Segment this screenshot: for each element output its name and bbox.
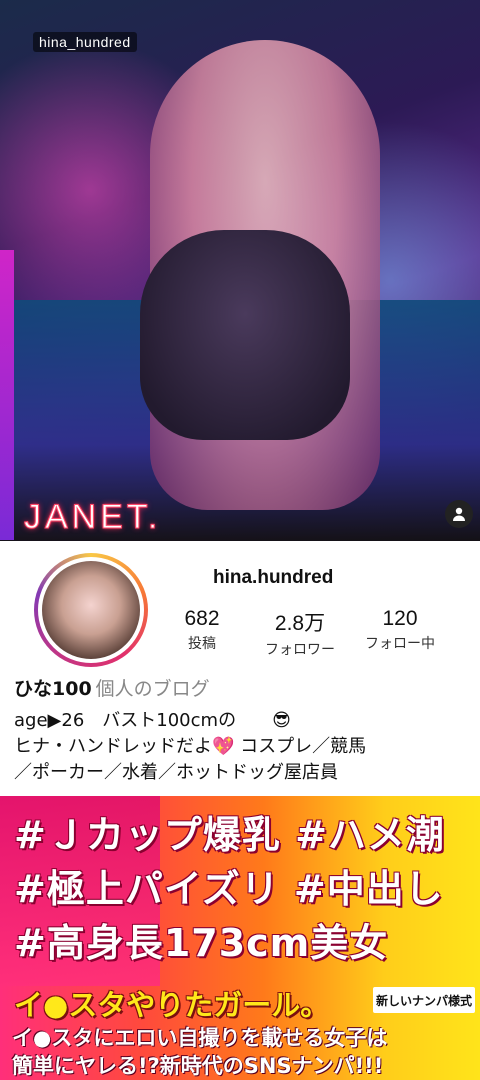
profile-category: 個人のブログ [95, 678, 210, 700]
hashtag-line: #極上パイズリ #中出し [14, 867, 444, 911]
story-ring[interactable] [34, 553, 148, 667]
stat-following-label: フォロー中 [365, 636, 435, 652]
avatar-border [38, 557, 144, 663]
series-title: イ●スタやりたガール。 [14, 988, 330, 1022]
stat-following-value: 120 [382, 607, 418, 630]
swimsuit [140, 230, 350, 440]
stat-following[interactable]: 120 フォロー中 [350, 607, 450, 653]
stat-followers-value: 2.8万 [274, 612, 326, 635]
hashtag-line: #Ｊカップ爆乳 #ハメ潮 [14, 813, 445, 857]
hero-photo: hina_hundred JANET. [0, 0, 480, 541]
display-name-line: ひな100 個人のブログ [14, 674, 210, 701]
display-name: ひな100 [14, 678, 92, 700]
series-badge: 新しいナンパ様式 [373, 987, 475, 1013]
stat-posts-value: 682 [184, 607, 220, 630]
stat-posts-label: 投稿 [188, 636, 216, 652]
bio-line: ／ポーカー／水着／ホットドッグ屋店員 [14, 762, 338, 783]
subtitle-line: イ●スタにエロい自撮りを載せる女子は [12, 1026, 388, 1050]
tagged-person-icon[interactable] [445, 500, 473, 528]
promo-banner: #Ｊカップ爆乳 #ハメ潮 #極上パイズリ #中出し #高身長173cm美女 イ●… [0, 796, 480, 1080]
subtitle-line: 簡単にヤレる!?新時代のSNSナンパ!!! [12, 1054, 384, 1078]
hashtag-line: #高身長173cm美女 [14, 921, 389, 965]
stat-followers-label: フォロワー [265, 642, 335, 658]
person-icon [453, 507, 465, 521]
bio-line: ヒナ・ハンドレッドだよ💖 コスプレ／競馬 [14, 736, 367, 757]
bio-line: age▶26 バスト100cmの 😎 [14, 710, 291, 731]
avatar[interactable] [42, 561, 140, 659]
profile-header: hina.hundred 682 投稿 2.8万 フォロワー 120 フォロー中… [0, 541, 480, 796]
stat-posts[interactable]: 682 投稿 [152, 607, 252, 653]
handle-overlay-tag: hina_hundred [33, 32, 137, 52]
side-color-strip [0, 250, 14, 540]
stat-followers[interactable]: 2.8万 フォロワー [250, 607, 350, 659]
profile-username: hina.hundred [213, 567, 334, 588]
janet-watermark: JANET. [23, 498, 162, 537]
profile-bio: age▶26 バスト100cmの 😎 ヒナ・ハンドレッドだよ💖 コスプレ／競馬 … [14, 708, 474, 786]
